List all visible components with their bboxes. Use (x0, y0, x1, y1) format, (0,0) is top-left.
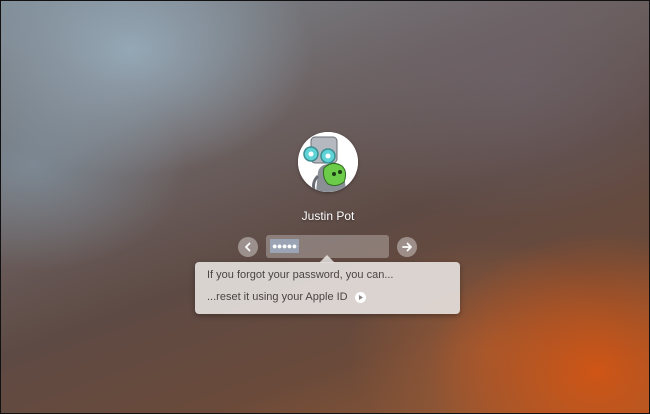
user-avatar[interactable] (298, 132, 358, 192)
reset-apple-id-link[interactable]: ...reset it using your Apple ID (207, 291, 366, 303)
play-circle-icon[interactable] (354, 291, 366, 303)
hint-text: If you forgot your password, you can... (207, 269, 394, 281)
reset-link-label: ...reset it using your Apple ID (207, 291, 348, 303)
password-masked-value: ●●●●● (270, 239, 299, 253)
password-hint-popover: If you forgot your password, you can... … (195, 262, 460, 314)
chevron-left-icon (245, 242, 251, 252)
login-screen: Justin Pot ●●●●● If you forgot your pass… (0, 0, 650, 414)
back-button[interactable] (238, 237, 258, 257)
robot-avatar-icon (298, 132, 358, 192)
submit-button[interactable] (397, 237, 417, 257)
username-label: Justin Pot (301, 209, 355, 223)
arrow-right-icon (402, 242, 412, 252)
